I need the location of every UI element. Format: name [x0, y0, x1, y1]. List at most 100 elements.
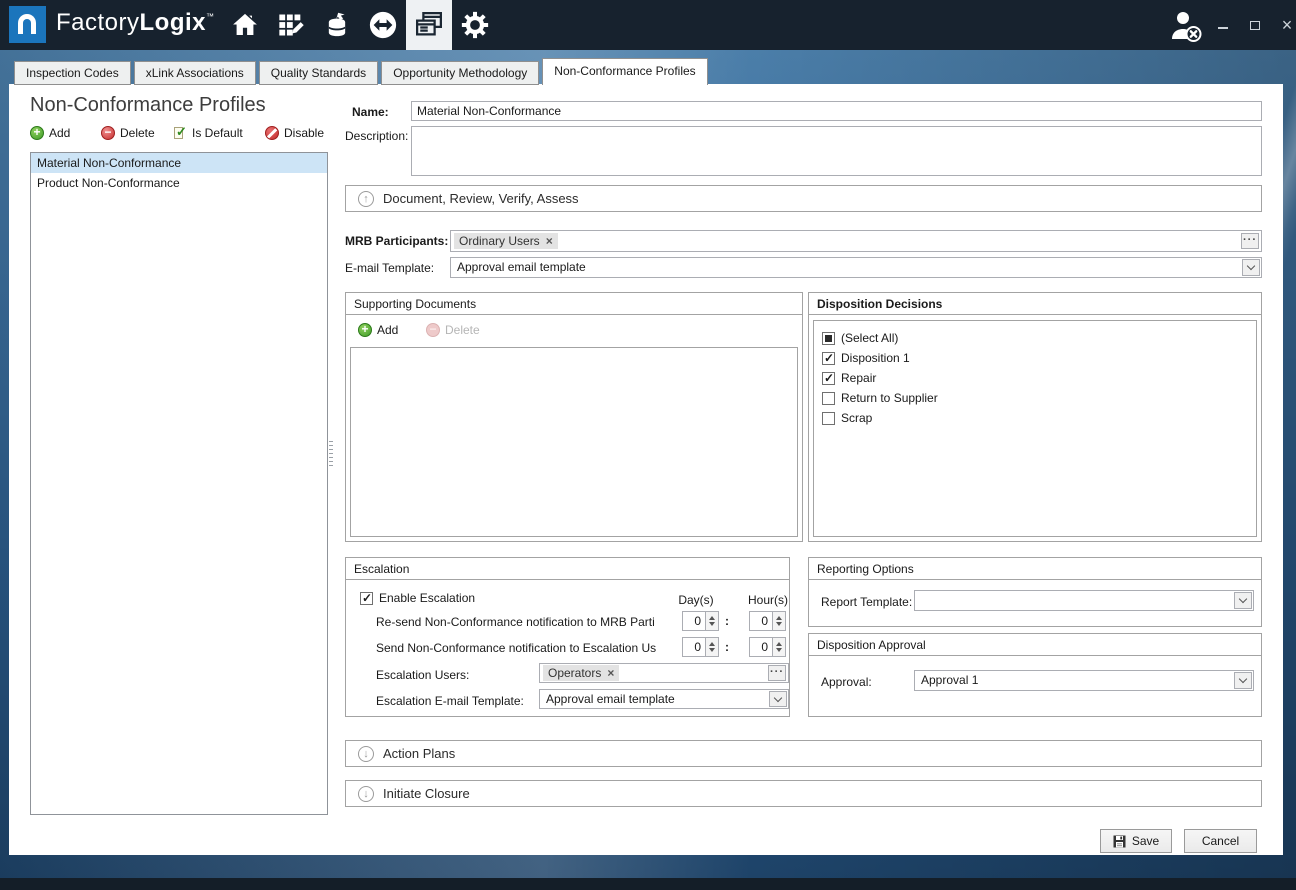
- disposition-decisions-group: Disposition Decisions (Select All) Dispo…: [808, 292, 1262, 542]
- document-delete-button[interactable]: Delete: [426, 323, 480, 337]
- tab-xlink-associations[interactable]: xLink Associations: [134, 61, 256, 85]
- user-logout-icon[interactable]: [1168, 10, 1206, 44]
- checkbox-label: (Select All): [841, 331, 898, 345]
- escalation-group: Escalation Enable Escalation Day(s) Hour…: [345, 557, 790, 717]
- checkbox-row[interactable]: Disposition 1: [814, 348, 1256, 368]
- production-editor-icon[interactable]: [268, 0, 314, 50]
- materials-icon[interactable]: [314, 0, 360, 50]
- expander-label: Action Plans: [383, 746, 455, 761]
- checkbox-row[interactable]: Repair: [814, 368, 1256, 388]
- spinner-arrows-icon[interactable]: [772, 612, 785, 630]
- documents-icon[interactable]: [406, 0, 452, 50]
- document-add-button[interactable]: Add: [358, 323, 398, 337]
- save-button[interactable]: Save: [1100, 829, 1172, 853]
- minimize-button[interactable]: [1212, 14, 1234, 36]
- chip-remove-icon[interactable]: [607, 665, 614, 681]
- profile-disable-button[interactable]: Disable: [265, 126, 324, 140]
- colon-separator: [725, 640, 729, 654]
- profile-is-default-button[interactable]: Is Default: [173, 126, 243, 140]
- description-label: Description:: [345, 129, 408, 143]
- mrb-participants-field[interactable]: Ordinary Users: [450, 230, 1262, 252]
- email-template-combobox[interactable]: Approval email template: [450, 257, 1262, 278]
- hours-spinner[interactable]: 0: [749, 611, 786, 631]
- spinner-arrows-icon[interactable]: [772, 638, 785, 656]
- checkbox-unchecked[interactable]: [822, 392, 835, 405]
- combo-value: Approval email template: [546, 690, 766, 708]
- group-title: Reporting Options: [809, 558, 1261, 580]
- save-label: Save: [1132, 834, 1159, 848]
- approval-combobox[interactable]: Approval 1: [914, 670, 1254, 691]
- brand-first: Factory: [56, 9, 140, 36]
- chevron-down-icon[interactable]: [769, 691, 787, 707]
- add-icon: [30, 126, 44, 140]
- escalation-template-label: Escalation E-mail Template:: [376, 694, 524, 708]
- profile-add-button[interactable]: Add: [30, 126, 70, 140]
- content-area: Non-Conformance Profiles Add Delete Is D…: [9, 84, 1283, 855]
- checkbox-unchecked[interactable]: [822, 412, 835, 425]
- supporting-documents-group: Supporting Documents Add Delete: [345, 292, 803, 542]
- settings-gear-icon[interactable]: [452, 0, 498, 50]
- days-spinner[interactable]: 0: [682, 611, 719, 631]
- description-input[interactable]: [411, 126, 1262, 176]
- group-title: Disposition Decisions: [809, 293, 1261, 315]
- maximize-button[interactable]: [1244, 14, 1266, 36]
- transfer-icon[interactable]: [360, 0, 406, 50]
- name-input[interactable]: [411, 101, 1262, 121]
- splitter-handle[interactable]: [328, 441, 334, 469]
- days-spinner[interactable]: 0: [682, 637, 719, 657]
- days-header: Day(s): [671, 593, 721, 607]
- approval-label: Approval:: [821, 675, 872, 689]
- list-item[interactable]: Material Non-Conformance: [31, 153, 327, 173]
- profile-delete-button[interactable]: Delete: [101, 126, 155, 140]
- spinner-value: 0: [750, 638, 771, 656]
- expander-label: Document, Review, Verify, Assess: [383, 191, 579, 206]
- trademark: ™: [206, 12, 215, 21]
- enable-escalation-row[interactable]: Enable Escalation: [352, 588, 475, 608]
- expander-action-plans[interactable]: Action Plans: [345, 740, 1262, 767]
- tab-non-conformance-profiles[interactable]: Non-Conformance Profiles: [542, 58, 707, 85]
- is-default-icon: [173, 126, 187, 140]
- cancel-button[interactable]: Cancel: [1184, 829, 1257, 853]
- chip-remove-icon[interactable]: [546, 233, 553, 249]
- tab-inspection-codes[interactable]: Inspection Codes: [14, 61, 131, 85]
- tab-quality-standards[interactable]: Quality Standards: [259, 61, 378, 85]
- expander-document-review[interactable]: Document, Review, Verify, Assess: [345, 185, 1262, 212]
- add-label: Add: [49, 126, 70, 140]
- close-button[interactable]: [1276, 14, 1296, 36]
- mrb-participants-label: MRB Participants:: [345, 234, 448, 248]
- chip-label: Ordinary Users: [459, 233, 540, 249]
- chevron-down-icon[interactable]: [1242, 259, 1260, 276]
- tab-strip: Inspection Codes xLink Associations Qual…: [14, 58, 711, 85]
- spinner-arrows-icon[interactable]: [705, 638, 718, 656]
- mrb-browse-button ellipsis-icon[interactable]: [1241, 233, 1259, 249]
- brand-second: Logix: [140, 9, 207, 36]
- hours-spinner[interactable]: 0: [749, 637, 786, 657]
- group-title: Escalation: [346, 558, 789, 580]
- checkbox-checked[interactable]: [822, 352, 835, 365]
- chevron-down-icon[interactable]: [1234, 672, 1252, 689]
- spinner-value: 0: [683, 612, 704, 630]
- checkbox-checked[interactable]: [822, 372, 835, 385]
- checkbox-row[interactable]: (Select All): [814, 328, 1256, 348]
- checkbox-label: Enable Escalation: [379, 591, 475, 605]
- users-browse-button ellipsis-icon[interactable]: [768, 665, 786, 681]
- cancel-label: Cancel: [1202, 834, 1239, 848]
- checkbox-row[interactable]: Scrap: [814, 408, 1256, 428]
- escalation-users-field[interactable]: Operators: [539, 663, 789, 683]
- documents-list[interactable]: [350, 347, 798, 537]
- spinner-arrows-icon[interactable]: [705, 612, 718, 630]
- expander-initiate-closure[interactable]: Initiate Closure: [345, 780, 1262, 807]
- home-icon[interactable]: [222, 0, 268, 50]
- checkbox-indeterminate[interactable]: [822, 332, 835, 345]
- escalation-template-combobox[interactable]: Approval email template: [539, 689, 789, 709]
- titlebar: FactoryLogix™: [0, 0, 1296, 50]
- checkbox-checked[interactable]: [360, 592, 373, 605]
- tab-opportunity-methodology[interactable]: Opportunity Methodology: [381, 61, 539, 85]
- list-item[interactable]: Product Non-Conformance: [31, 173, 327, 193]
- report-template-combobox[interactable]: [914, 590, 1254, 611]
- group-title: Supporting Documents: [346, 293, 802, 315]
- is-default-label: Is Default: [192, 126, 243, 140]
- checkbox-row[interactable]: Return to Supplier: [814, 388, 1256, 408]
- chevron-down-icon[interactable]: [1234, 592, 1252, 609]
- escalation-row-label: Send Non-Conformance notification to Esc…: [376, 641, 679, 655]
